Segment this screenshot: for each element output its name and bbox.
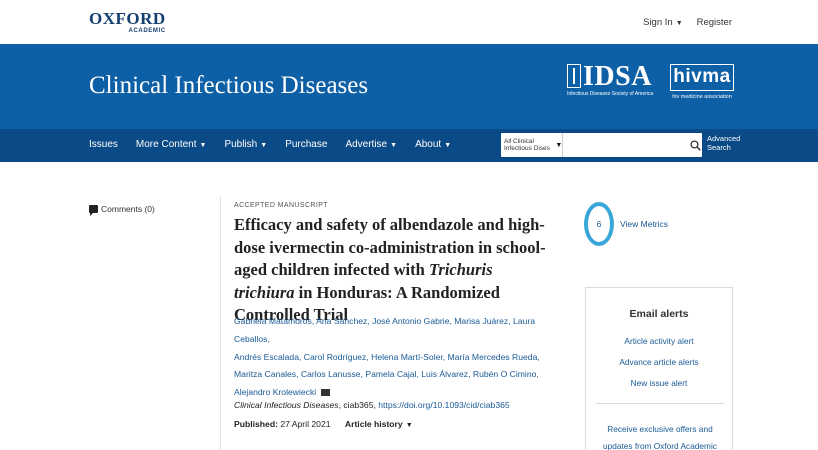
nav-item-label: More Content — [135, 139, 197, 150]
author-link[interactable]: Rubén O Cimino — [473, 369, 537, 379]
author-link[interactable]: Luis Álvarez — [421, 369, 468, 379]
account-links: Sign In ▼ Register — [643, 17, 732, 28]
alerts-divider — [596, 403, 724, 404]
logo-main-text: OXFORD — [89, 9, 166, 28]
email-alerts-panel: Email alerts Article activity alert Adva… — [585, 287, 733, 450]
comments-link[interactable]: Comments (0) — [89, 204, 155, 216]
author-link[interactable]: José Antonio Gabrie — [372, 316, 449, 326]
nav-item-label: Issues — [89, 139, 118, 150]
article-type-label: ACCEPTED MANUSCRIPT — [234, 202, 328, 209]
author-link[interactable]: María Mercedes Rueda — [448, 352, 538, 362]
nav-item-label: Purchase — [285, 139, 328, 150]
nav-item-purchase[interactable]: Purchase — [285, 139, 327, 150]
author-link[interactable]: Helena Martí-Soler — [371, 352, 443, 362]
advance-article-alerts-link[interactable]: Advance article alerts — [586, 357, 732, 367]
sign-in-label: Sign In — [643, 17, 673, 28]
published-date: 27 April 2021 — [280, 419, 331, 429]
journal-title[interactable]: Clinical Infectious Diseases — [89, 72, 368, 100]
oxford-academic-logo[interactable]: OXFORD ACADEMIC — [89, 9, 166, 34]
nav-menu: Issues More Content ▼ Publish ▼ Purchase A… — [89, 139, 469, 150]
author-link[interactable]: Alejandro Krolewiecki — [234, 387, 316, 397]
search-scope-select[interactable]: All Clinical Infectious Dises ▼ — [501, 133, 564, 157]
search-button[interactable] — [688, 133, 702, 157]
comments-label: Comments (0) — [101, 204, 155, 214]
chevron-down-icon: ▼ — [405, 422, 413, 429]
search-icon — [690, 139, 701, 151]
author-link[interactable]: Gabriela Matamoros — [234, 316, 312, 326]
chevron-down-icon: ▼ — [199, 142, 207, 149]
chevron-down-icon: ▼ — [390, 142, 398, 149]
article-activity-alert-link[interactable]: Article activity alert — [586, 336, 732, 346]
chevron-down-icon: ▼ — [444, 142, 452, 149]
author-link[interactable]: Pamela Cajal — [365, 369, 416, 379]
author-link[interactable]: Carol Rodríguez — [304, 352, 367, 362]
hivma-tagline: hiv medicine association — [672, 94, 732, 100]
hivma-logo-text: hivma — [670, 64, 734, 91]
register-link[interactable]: Register — [697, 17, 732, 28]
article-history-label: Article history — [344, 419, 403, 429]
citation-line: Clinical Infectious Diseases, ciab365, h… — [234, 400, 510, 410]
envelope-icon[interactable] — [320, 389, 330, 397]
nav-item-label: About — [415, 139, 442, 150]
exclusive-offers-link[interactable]: Receive exclusive offers and updates fro… — [592, 421, 728, 450]
sign-in-button[interactable]: Sign In ▼ — [643, 17, 683, 28]
hivma-logo[interactable]: hivma hiv medicine association — [670, 64, 734, 100]
idsa-tagline: Infectious Diseases Society of America — [567, 91, 654, 97]
published-line: Published: 27 April 2021 Article history… — [234, 419, 413, 429]
email-alerts-title: Email alerts — [629, 308, 689, 320]
nav-item-about[interactable]: About ▼ — [415, 139, 451, 150]
chevron-down-icon: ▼ — [675, 20, 683, 27]
journal-banner: Clinical Infectious Diseases IDSA Infect… — [0, 44, 818, 129]
author-link[interactable]: Marisa Juárez — [454, 316, 508, 326]
idsa-logo[interactable]: IDSA Infectious Diseases Society of Amer… — [567, 61, 663, 97]
doi-link[interactable]: https://doi.org/10.1093/cid/ciab365 — [378, 400, 509, 410]
chevron-down-icon: ▼ — [555, 141, 563, 149]
main-nav: Issues More Content ▼ Publish ▼ Purchase A… — [0, 129, 818, 162]
new-issue-alert-link[interactable]: New issue alert — [586, 378, 732, 388]
nav-item-label: Advertise — [345, 139, 388, 150]
chevron-down-icon: ▼ — [260, 142, 268, 149]
journal-name: Clinical Infectious Diseases — [234, 400, 339, 410]
logo-sub-text: ACADEMIC — [128, 28, 166, 34]
nav-item-publish[interactable]: Publish ▼ — [224, 139, 267, 150]
view-metrics-link[interactable]: View Metrics — [620, 219, 668, 229]
citation-id: , ciab365, — [338, 400, 379, 410]
metric-count: 6 — [596, 219, 602, 229]
search-scope-value: All Clinical Infectious Dises — [504, 138, 550, 152]
nav-item-label: Publish — [224, 139, 258, 150]
search-bar: All Clinical Infectious Dises ▼ — [501, 133, 702, 157]
title-text: Efficacy and safety of albendazole and h… — [234, 215, 546, 279]
top-bar: OXFORD ACADEMIC Sign In ▼ Register — [0, 0, 818, 44]
nav-item-more-content[interactable]: More Content ▼ — [136, 139, 207, 150]
altmetric-badge[interactable]: 6 — [584, 202, 614, 246]
nav-item-issues[interactable]: Issues — [89, 139, 118, 150]
article-title: Efficacy and safety of albendazole and h… — [234, 214, 554, 327]
idsa-logo-text: IDSA — [583, 61, 652, 92]
comment-icon — [89, 205, 98, 216]
published-label: Published: — [234, 419, 278, 429]
author-link[interactable]: Andrés Escalada — [234, 352, 299, 362]
search-input[interactable] — [563, 133, 689, 157]
author-link[interactable]: Maritza Canales — [234, 369, 296, 379]
column-divider — [220, 196, 221, 450]
idsa-emblem-icon — [567, 64, 581, 88]
nav-item-advertise[interactable]: Advertise ▼ — [345, 139, 397, 150]
article-history-toggle[interactable]: Article history ▼ — [345, 419, 413, 429]
author-link[interactable]: Carlos Lanusse — [301, 369, 361, 379]
advanced-search-link[interactable]: Advanced Search — [707, 134, 747, 152]
author-list: Gabriela Matamoros, Ana Sánchez, José An… — [234, 316, 540, 398]
author-link[interactable]: Ana Sánchez — [316, 316, 367, 326]
